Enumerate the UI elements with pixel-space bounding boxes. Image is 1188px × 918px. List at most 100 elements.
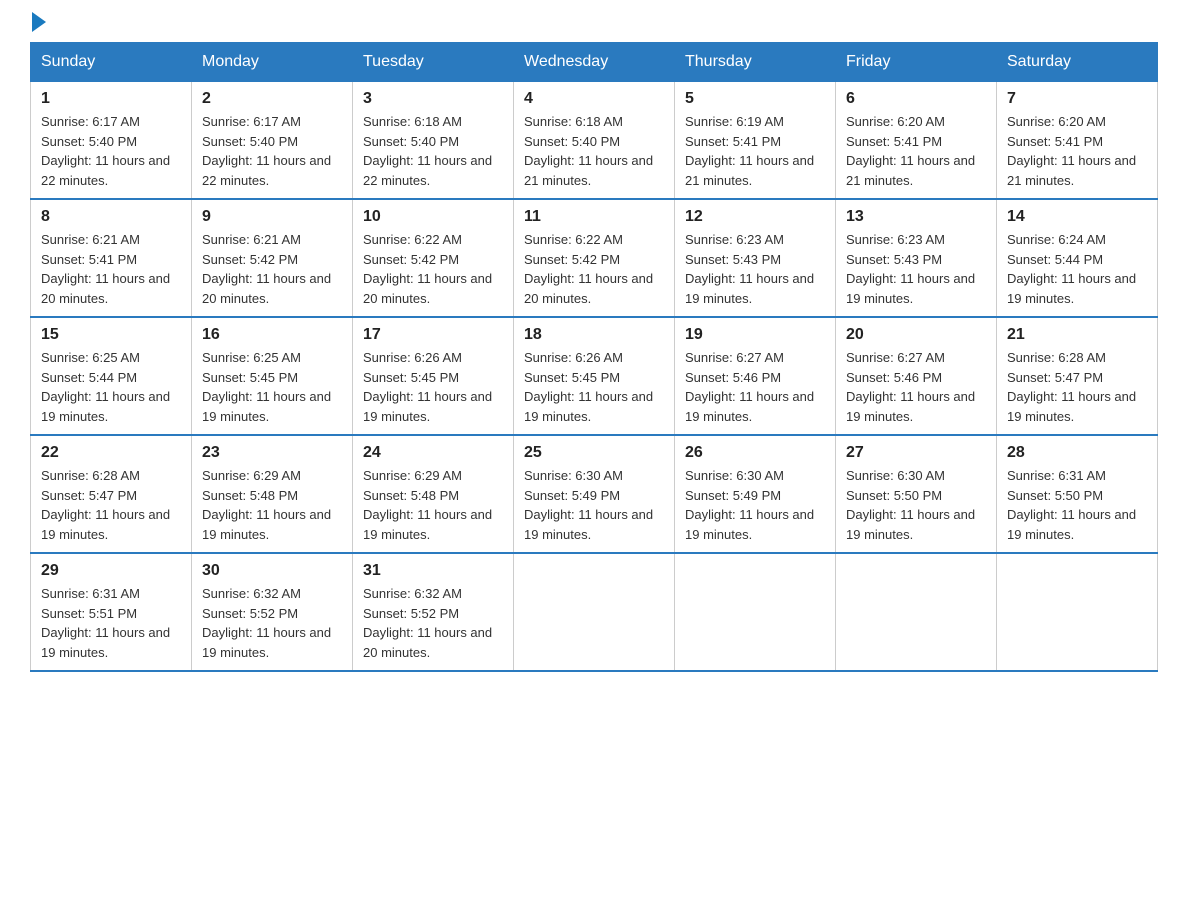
day-info: Sunrise: 6:21 AM Sunset: 5:42 PM Dayligh… xyxy=(202,230,342,308)
day-number: 19 xyxy=(685,326,825,344)
daylight-label: Daylight: 11 hours and 19 minutes. xyxy=(524,507,653,542)
day-number: 24 xyxy=(363,444,503,462)
calendar-day-cell: 29 Sunrise: 6:31 AM Sunset: 5:51 PM Dayl… xyxy=(31,553,192,671)
day-info: Sunrise: 6:24 AM Sunset: 5:44 PM Dayligh… xyxy=(1007,230,1147,308)
day-number: 5 xyxy=(685,90,825,108)
day-info: Sunrise: 6:30 AM Sunset: 5:50 PM Dayligh… xyxy=(846,466,986,544)
day-number: 11 xyxy=(524,208,664,226)
day-number: 8 xyxy=(41,208,181,226)
sunrise-label: Sunrise: 6:21 AM xyxy=(202,232,301,247)
sunrise-label: Sunrise: 6:29 AM xyxy=(363,468,462,483)
sunrise-label: Sunrise: 6:22 AM xyxy=(524,232,623,247)
sunset-label: Sunset: 5:52 PM xyxy=(202,606,298,621)
daylight-label: Daylight: 11 hours and 19 minutes. xyxy=(202,625,331,660)
calendar-day-cell: 25 Sunrise: 6:30 AM Sunset: 5:49 PM Dayl… xyxy=(514,435,675,553)
sunset-label: Sunset: 5:51 PM xyxy=(41,606,137,621)
sunrise-label: Sunrise: 6:22 AM xyxy=(363,232,462,247)
sunrise-label: Sunrise: 6:17 AM xyxy=(202,114,301,129)
daylight-label: Daylight: 11 hours and 19 minutes. xyxy=(1007,507,1136,542)
day-info: Sunrise: 6:22 AM Sunset: 5:42 PM Dayligh… xyxy=(363,230,503,308)
day-number: 6 xyxy=(846,90,986,108)
day-info: Sunrise: 6:20 AM Sunset: 5:41 PM Dayligh… xyxy=(1007,112,1147,190)
sunset-label: Sunset: 5:41 PM xyxy=(846,134,942,149)
day-info: Sunrise: 6:29 AM Sunset: 5:48 PM Dayligh… xyxy=(202,466,342,544)
sunrise-label: Sunrise: 6:29 AM xyxy=(202,468,301,483)
calendar-day-cell: 4 Sunrise: 6:18 AM Sunset: 5:40 PM Dayli… xyxy=(514,82,675,200)
day-info: Sunrise: 6:32 AM Sunset: 5:52 PM Dayligh… xyxy=(363,584,503,662)
day-info: Sunrise: 6:28 AM Sunset: 5:47 PM Dayligh… xyxy=(41,466,181,544)
calendar-day-cell: 11 Sunrise: 6:22 AM Sunset: 5:42 PM Dayl… xyxy=(514,199,675,317)
daylight-label: Daylight: 11 hours and 21 minutes. xyxy=(1007,153,1136,188)
sunset-label: Sunset: 5:40 PM xyxy=(202,134,298,149)
daylight-label: Daylight: 11 hours and 21 minutes. xyxy=(685,153,814,188)
day-info: Sunrise: 6:25 AM Sunset: 5:45 PM Dayligh… xyxy=(202,348,342,426)
calendar-day-cell xyxy=(836,553,997,671)
calendar-day-cell: 18 Sunrise: 6:26 AM Sunset: 5:45 PM Dayl… xyxy=(514,317,675,435)
sunset-label: Sunset: 5:40 PM xyxy=(363,134,459,149)
calendar-week-row: 1 Sunrise: 6:17 AM Sunset: 5:40 PM Dayli… xyxy=(31,82,1158,200)
calendar-day-cell: 3 Sunrise: 6:18 AM Sunset: 5:40 PM Dayli… xyxy=(353,82,514,200)
calendar-day-cell: 24 Sunrise: 6:29 AM Sunset: 5:48 PM Dayl… xyxy=(353,435,514,553)
daylight-label: Daylight: 11 hours and 20 minutes. xyxy=(202,271,331,306)
sunset-label: Sunset: 5:47 PM xyxy=(1007,370,1103,385)
daylight-label: Daylight: 11 hours and 20 minutes. xyxy=(363,271,492,306)
day-info: Sunrise: 6:19 AM Sunset: 5:41 PM Dayligh… xyxy=(685,112,825,190)
sunset-label: Sunset: 5:50 PM xyxy=(1007,488,1103,503)
day-number: 28 xyxy=(1007,444,1147,462)
calendar-day-cell xyxy=(997,553,1158,671)
sunset-label: Sunset: 5:44 PM xyxy=(41,370,137,385)
daylight-label: Daylight: 11 hours and 20 minutes. xyxy=(41,271,170,306)
sunset-label: Sunset: 5:42 PM xyxy=(202,252,298,267)
sunset-label: Sunset: 5:46 PM xyxy=(685,370,781,385)
sunset-label: Sunset: 5:46 PM xyxy=(846,370,942,385)
day-number: 20 xyxy=(846,326,986,344)
day-number: 31 xyxy=(363,562,503,580)
daylight-label: Daylight: 11 hours and 19 minutes. xyxy=(846,389,975,424)
daylight-label: Daylight: 11 hours and 19 minutes. xyxy=(685,271,814,306)
daylight-label: Daylight: 11 hours and 19 minutes. xyxy=(41,625,170,660)
day-info: Sunrise: 6:27 AM Sunset: 5:46 PM Dayligh… xyxy=(685,348,825,426)
daylight-label: Daylight: 11 hours and 19 minutes. xyxy=(846,271,975,306)
day-number: 22 xyxy=(41,444,181,462)
weekday-header-sunday: Sunday xyxy=(31,43,192,82)
logo xyxy=(30,20,46,32)
sunset-label: Sunset: 5:47 PM xyxy=(41,488,137,503)
day-number: 30 xyxy=(202,562,342,580)
sunrise-label: Sunrise: 6:28 AM xyxy=(41,468,140,483)
day-number: 27 xyxy=(846,444,986,462)
sunset-label: Sunset: 5:41 PM xyxy=(1007,134,1103,149)
sunrise-label: Sunrise: 6:25 AM xyxy=(41,350,140,365)
sunrise-label: Sunrise: 6:19 AM xyxy=(685,114,784,129)
daylight-label: Daylight: 11 hours and 19 minutes. xyxy=(524,389,653,424)
day-number: 21 xyxy=(1007,326,1147,344)
weekday-header-wednesday: Wednesday xyxy=(514,43,675,82)
calendar-day-cell: 14 Sunrise: 6:24 AM Sunset: 5:44 PM Dayl… xyxy=(997,199,1158,317)
daylight-label: Daylight: 11 hours and 19 minutes. xyxy=(363,507,492,542)
calendar-day-cell: 1 Sunrise: 6:17 AM Sunset: 5:40 PM Dayli… xyxy=(31,82,192,200)
sunset-label: Sunset: 5:49 PM xyxy=(524,488,620,503)
daylight-label: Daylight: 11 hours and 19 minutes. xyxy=(202,389,331,424)
daylight-label: Daylight: 11 hours and 19 minutes. xyxy=(846,507,975,542)
sunset-label: Sunset: 5:40 PM xyxy=(41,134,137,149)
page-header xyxy=(30,20,1158,32)
daylight-label: Daylight: 11 hours and 22 minutes. xyxy=(202,153,331,188)
calendar-week-row: 8 Sunrise: 6:21 AM Sunset: 5:41 PM Dayli… xyxy=(31,199,1158,317)
sunset-label: Sunset: 5:41 PM xyxy=(41,252,137,267)
calendar-week-row: 22 Sunrise: 6:28 AM Sunset: 5:47 PM Dayl… xyxy=(31,435,1158,553)
daylight-label: Daylight: 11 hours and 19 minutes. xyxy=(363,389,492,424)
daylight-label: Daylight: 11 hours and 22 minutes. xyxy=(363,153,492,188)
day-number: 16 xyxy=(202,326,342,344)
daylight-label: Daylight: 11 hours and 19 minutes. xyxy=(685,389,814,424)
calendar-day-cell: 30 Sunrise: 6:32 AM Sunset: 5:52 PM Dayl… xyxy=(192,553,353,671)
day-number: 17 xyxy=(363,326,503,344)
sunrise-label: Sunrise: 6:26 AM xyxy=(363,350,462,365)
calendar-day-cell: 22 Sunrise: 6:28 AM Sunset: 5:47 PM Dayl… xyxy=(31,435,192,553)
day-number: 2 xyxy=(202,90,342,108)
sunrise-label: Sunrise: 6:26 AM xyxy=(524,350,623,365)
day-number: 26 xyxy=(685,444,825,462)
day-info: Sunrise: 6:29 AM Sunset: 5:48 PM Dayligh… xyxy=(363,466,503,544)
day-number: 23 xyxy=(202,444,342,462)
calendar-day-cell: 26 Sunrise: 6:30 AM Sunset: 5:49 PM Dayl… xyxy=(675,435,836,553)
calendar-day-cell: 15 Sunrise: 6:25 AM Sunset: 5:44 PM Dayl… xyxy=(31,317,192,435)
calendar-week-row: 29 Sunrise: 6:31 AM Sunset: 5:51 PM Dayl… xyxy=(31,553,1158,671)
